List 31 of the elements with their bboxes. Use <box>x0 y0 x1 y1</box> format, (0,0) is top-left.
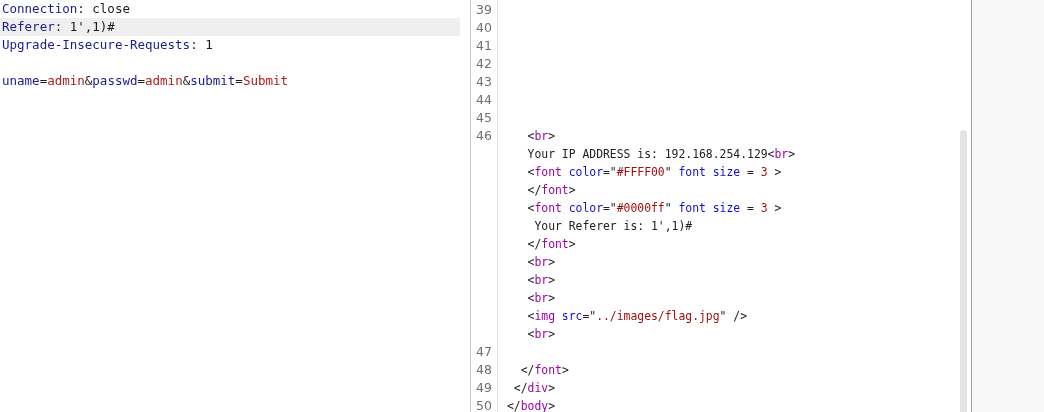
code-line: <img src="../images/flag.jpg" /> <box>526 308 748 325</box>
code-line: <br> <box>526 272 555 289</box>
line-number: 49 <box>476 379 493 397</box>
code-line: <font color="#FFFF00" font size = 3 > <box>526 164 782 181</box>
line-number: 39 <box>476 1 493 19</box>
code-line: </font> <box>526 182 576 199</box>
line-number: 40 <box>476 19 493 37</box>
line-number: 42 <box>476 55 493 73</box>
line-number: 43 <box>476 73 493 91</box>
line-number: 48 <box>476 361 493 379</box>
code-line: </body> <box>507 398 555 412</box>
request-line: Connection: close <box>1 0 131 18</box>
line-number: 47 <box>476 343 493 361</box>
code-line: </font> <box>519 362 569 379</box>
code-line: <br> <box>526 326 555 343</box>
line-number: 50 <box>476 397 493 412</box>
code-line: Your IP ADDRESS is: 192.168.254.129<br> <box>526 146 796 163</box>
code-line: </font> <box>526 236 576 253</box>
line-number: 45 <box>476 109 493 127</box>
line-number: 41 <box>476 37 493 55</box>
scrollbar-thumb[interactable] <box>960 130 967 412</box>
code-line: <br> <box>526 254 555 271</box>
code-line: <br> <box>526 128 555 145</box>
code-line: <font color="#0000ff" font size = 3 > <box>526 200 782 217</box>
request-line: Upgrade-Insecure-Requests: 1 <box>1 36 214 54</box>
line-number: 46 <box>476 127 493 145</box>
code-line: <br> <box>526 290 555 307</box>
line-number: 44 <box>476 91 493 109</box>
code-line: </div> <box>512 380 555 397</box>
code-line: Your Referer is: 1',1)# <box>533 218 693 235</box>
request-line: uname=admin&passwd=admin&submit=Submit <box>1 72 290 90</box>
